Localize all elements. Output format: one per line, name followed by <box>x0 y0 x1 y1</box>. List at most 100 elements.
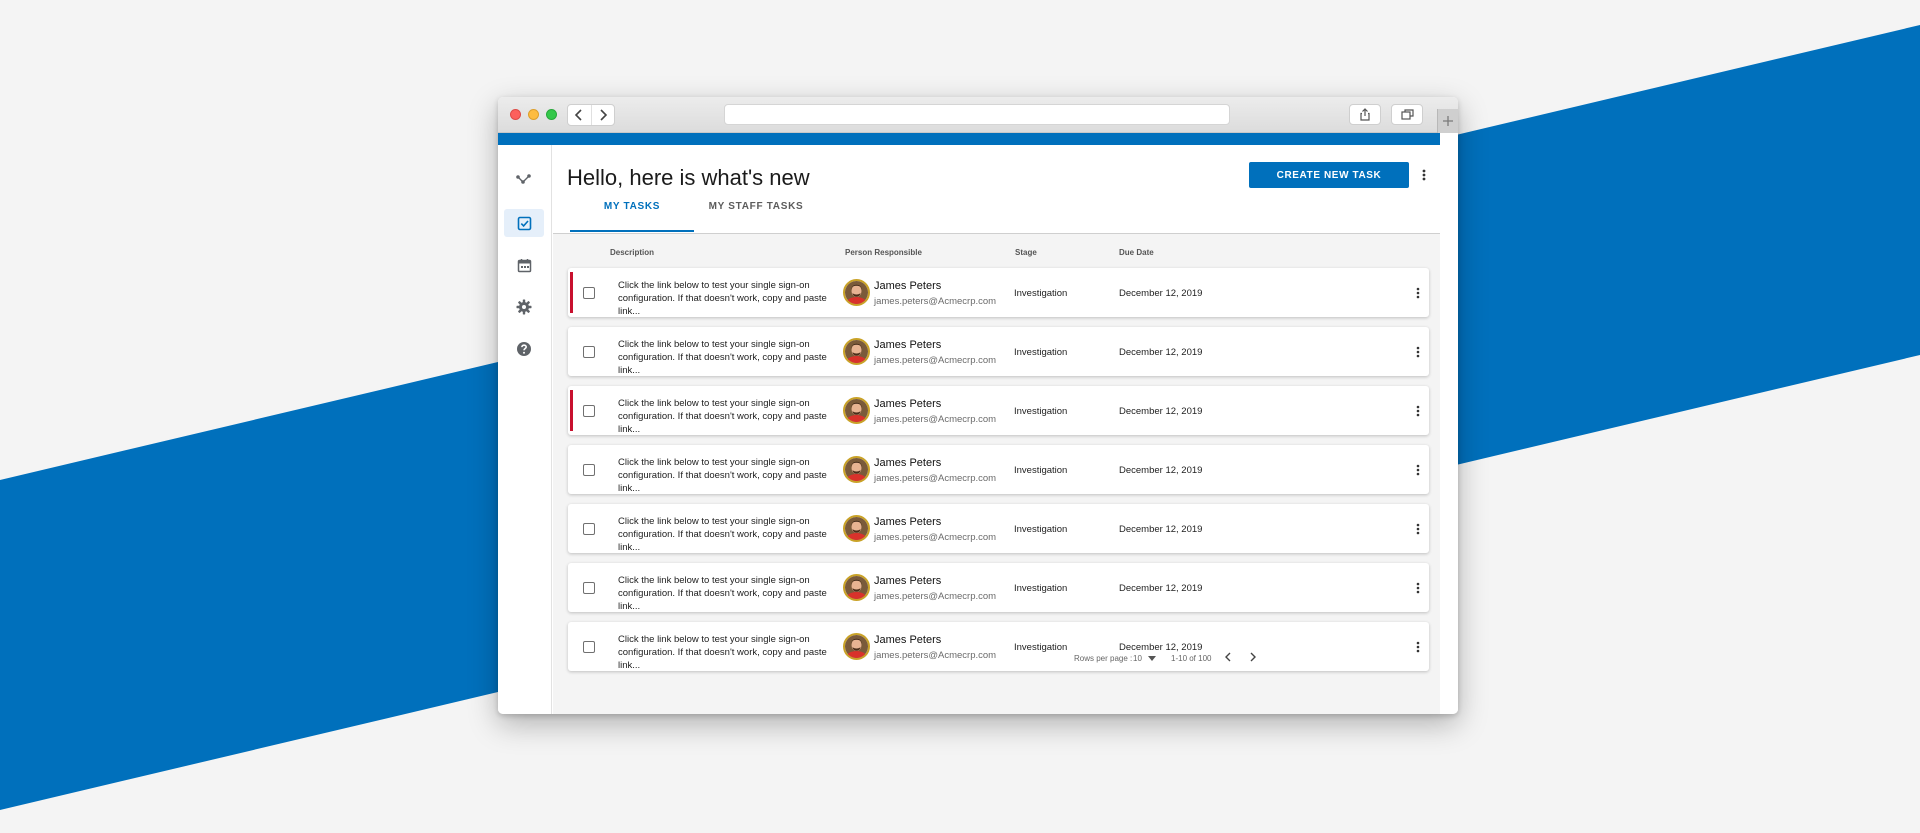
calendar-icon <box>517 258 531 272</box>
task-description-line: configuration. If that doesn't work, cop… <box>618 411 827 435</box>
task-due-date: December 12, 2019 <box>1119 524 1203 535</box>
table-row[interactable]: Click the link below to test your single… <box>568 386 1429 435</box>
back-button[interactable] <box>568 105 591 125</box>
row-menu-button[interactable] <box>1411 519 1425 539</box>
row-menu-button[interactable] <box>1411 283 1425 303</box>
task-description-line: Click the link below to test your single… <box>618 634 810 645</box>
column-header-description: Description <box>610 248 655 257</box>
chevron-right-icon <box>1250 652 1256 662</box>
minimize-window-button[interactable] <box>528 109 539 120</box>
next-page-button[interactable] <box>1244 648 1262 666</box>
gear-icon <box>516 299 532 315</box>
sidebar-item-calendar[interactable] <box>504 251 544 279</box>
sidebar-item-workflow[interactable] <box>504 165 544 193</box>
workflow-icon <box>516 174 531 184</box>
priority-indicator <box>570 390 573 431</box>
task-stage: Investigation <box>1014 642 1068 653</box>
tab-my-tasks[interactable]: MY TASKS <box>570 201 694 218</box>
table-row[interactable]: Click the link below to test your single… <box>568 268 1429 317</box>
help-icon <box>517 342 531 356</box>
row-checkbox[interactable] <box>583 346 595 358</box>
task-description-line: configuration. If that doesn't work, cop… <box>618 647 827 671</box>
task-due-date: December 12, 2019 <box>1119 406 1203 417</box>
table-row[interactable]: Click the link below to test your single… <box>568 563 1429 612</box>
rows-per-page-label: Rows per page : <box>1074 654 1133 663</box>
row-checkbox[interactable] <box>583 464 595 476</box>
plus-icon <box>1443 116 1453 126</box>
person-name: James Peters <box>874 339 942 351</box>
sidebar-item-tasks[interactable] <box>504 209 544 237</box>
rows-per-page-select[interactable]: 10 <box>1133 650 1159 666</box>
task-description-line: configuration. If that doesn't work, cop… <box>618 470 827 494</box>
row-checkbox[interactable] <box>583 287 595 299</box>
share-button[interactable] <box>1349 104 1381 125</box>
person-email[interactable]: james.peters@Acmecrp.com <box>874 532 996 543</box>
more-vertical-icon <box>1416 523 1420 535</box>
task-description: Click the link below to test your single… <box>618 633 848 672</box>
task-description-line: Click the link below to test your single… <box>618 398 810 409</box>
task-description-line: Click the link below to test your single… <box>618 457 810 468</box>
row-menu-button[interactable] <box>1411 460 1425 480</box>
task-due-date: December 12, 2019 <box>1119 288 1203 299</box>
more-vertical-icon <box>1416 464 1420 476</box>
more-vertical-icon <box>1416 346 1420 358</box>
row-checkbox[interactable] <box>583 405 595 417</box>
new-tab-button[interactable] <box>1437 109 1458 133</box>
avatar <box>843 397 870 424</box>
tabs-icon <box>1400 109 1414 120</box>
task-description-line: configuration. If that doesn't work, cop… <box>618 588 827 612</box>
show-tabs-button[interactable] <box>1391 104 1423 125</box>
previous-page-button[interactable] <box>1219 648 1237 666</box>
task-stage: Investigation <box>1014 406 1068 417</box>
person-email[interactable]: james.peters@Acmecrp.com <box>874 355 996 366</box>
history-nav <box>567 104 615 126</box>
task-description-line: configuration. If that doesn't work, cop… <box>618 293 827 317</box>
person-email[interactable]: james.peters@Acmecrp.com <box>874 296 996 307</box>
sidebar-item-help[interactable] <box>504 335 544 363</box>
person-name: James Peters <box>874 280 942 292</box>
table-row[interactable]: Click the link below to test your single… <box>568 327 1429 376</box>
scrollbar[interactable] <box>1440 133 1458 714</box>
browser-window: Hello, here is what's new CREATE NEW TAS… <box>498 97 1458 714</box>
tab-my-staff-tasks[interactable]: MY STAFF TASKS <box>694 201 818 218</box>
row-menu-button[interactable] <box>1411 637 1425 657</box>
forward-button[interactable] <box>590 105 615 125</box>
row-menu-button[interactable] <box>1411 342 1425 362</box>
task-description: Click the link below to test your single… <box>618 574 848 613</box>
page-header: Hello, here is what's new CREATE NEW TAS… <box>553 145 1440 234</box>
caret-down-icon <box>1147 655 1156 661</box>
sidebar-item-settings[interactable] <box>504 293 544 321</box>
task-due-date: December 12, 2019 <box>1119 583 1203 594</box>
table-row[interactable]: Click the link below to test your single… <box>568 622 1429 671</box>
page-title: Hello, here is what's new <box>567 165 810 190</box>
person-email[interactable]: james.peters@Acmecrp.com <box>874 414 996 425</box>
row-checkbox[interactable] <box>583 523 595 535</box>
task-check-icon <box>517 216 531 230</box>
task-stage: Investigation <box>1014 288 1068 299</box>
table-row[interactable]: Click the link below to test your single… <box>568 504 1429 553</box>
person-email[interactable]: james.peters@Acmecrp.com <box>874 591 996 602</box>
row-checkbox[interactable] <box>583 641 595 653</box>
close-window-button[interactable] <box>510 109 521 120</box>
person-email[interactable]: james.peters@Acmecrp.com <box>874 650 996 661</box>
task-due-date: December 12, 2019 <box>1119 465 1203 476</box>
address-bar[interactable] <box>724 104 1230 125</box>
person-email[interactable]: james.peters@Acmecrp.com <box>874 473 996 484</box>
avatar <box>843 574 870 601</box>
more-vertical-icon <box>1416 641 1420 653</box>
page-menu-button[interactable] <box>1417 164 1431 186</box>
task-stage: Investigation <box>1014 524 1068 535</box>
pagination-range: 1-10 of 100 <box>1171 654 1212 663</box>
column-header-person: Person Responsible <box>845 248 922 257</box>
person-name: James Peters <box>874 634 942 646</box>
task-description-line: configuration. If that doesn't work, cop… <box>618 352 827 376</box>
row-menu-button[interactable] <box>1411 578 1425 598</box>
task-description-line: configuration. If that doesn't work, cop… <box>618 529 827 553</box>
create-new-task-button[interactable]: CREATE NEW TASK <box>1249 162 1409 188</box>
zoom-window-button[interactable] <box>546 109 557 120</box>
row-menu-button[interactable] <box>1411 401 1425 421</box>
table-row[interactable]: Click the link below to test your single… <box>568 445 1429 494</box>
share-icon <box>1360 108 1370 121</box>
chevron-right-icon <box>600 109 607 121</box>
row-checkbox[interactable] <box>583 582 595 594</box>
